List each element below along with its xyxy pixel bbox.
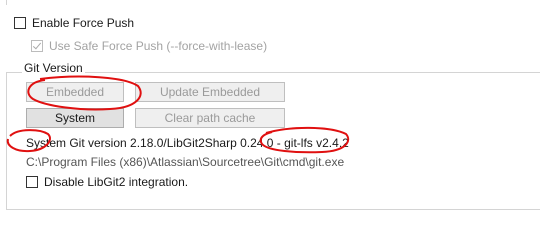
git-version-title: Git Version xyxy=(22,61,85,75)
disable-libgit2-row[interactable]: Disable LibGit2 integration. xyxy=(26,174,188,190)
embedded-button[interactable]: Embedded xyxy=(26,82,124,102)
git-settings-panel: Enable Force Push Use Safe Force Push (-… xyxy=(0,0,540,233)
section-border xyxy=(6,0,540,5)
git-version-info: System Git version 2.18.0/LibGit2Sharp 0… xyxy=(26,136,349,150)
clear-path-cache-button[interactable]: Clear path cache xyxy=(135,108,285,128)
enable-force-push-label: Enable Force Push xyxy=(32,16,135,30)
enable-force-push-checkbox[interactable] xyxy=(14,17,26,29)
disable-libgit2-label: Disable LibGit2 integration. xyxy=(44,175,189,189)
safe-force-push-label: Use Safe Force Push (--force-with-lease) xyxy=(49,39,268,53)
safe-force-push-row[interactable]: Use Safe Force Push (--force-with-lease) xyxy=(31,38,267,54)
enable-force-push-row[interactable]: Enable Force Push xyxy=(14,15,134,31)
git-path-info: C:\Program Files (x86)\Atlassian\Sourcet… xyxy=(26,155,345,169)
disable-libgit2-checkbox[interactable] xyxy=(26,176,38,188)
update-embedded-button[interactable]: Update Embedded xyxy=(135,82,285,102)
safe-force-push-checkbox[interactable] xyxy=(31,40,43,52)
system-button[interactable]: System xyxy=(26,108,124,128)
